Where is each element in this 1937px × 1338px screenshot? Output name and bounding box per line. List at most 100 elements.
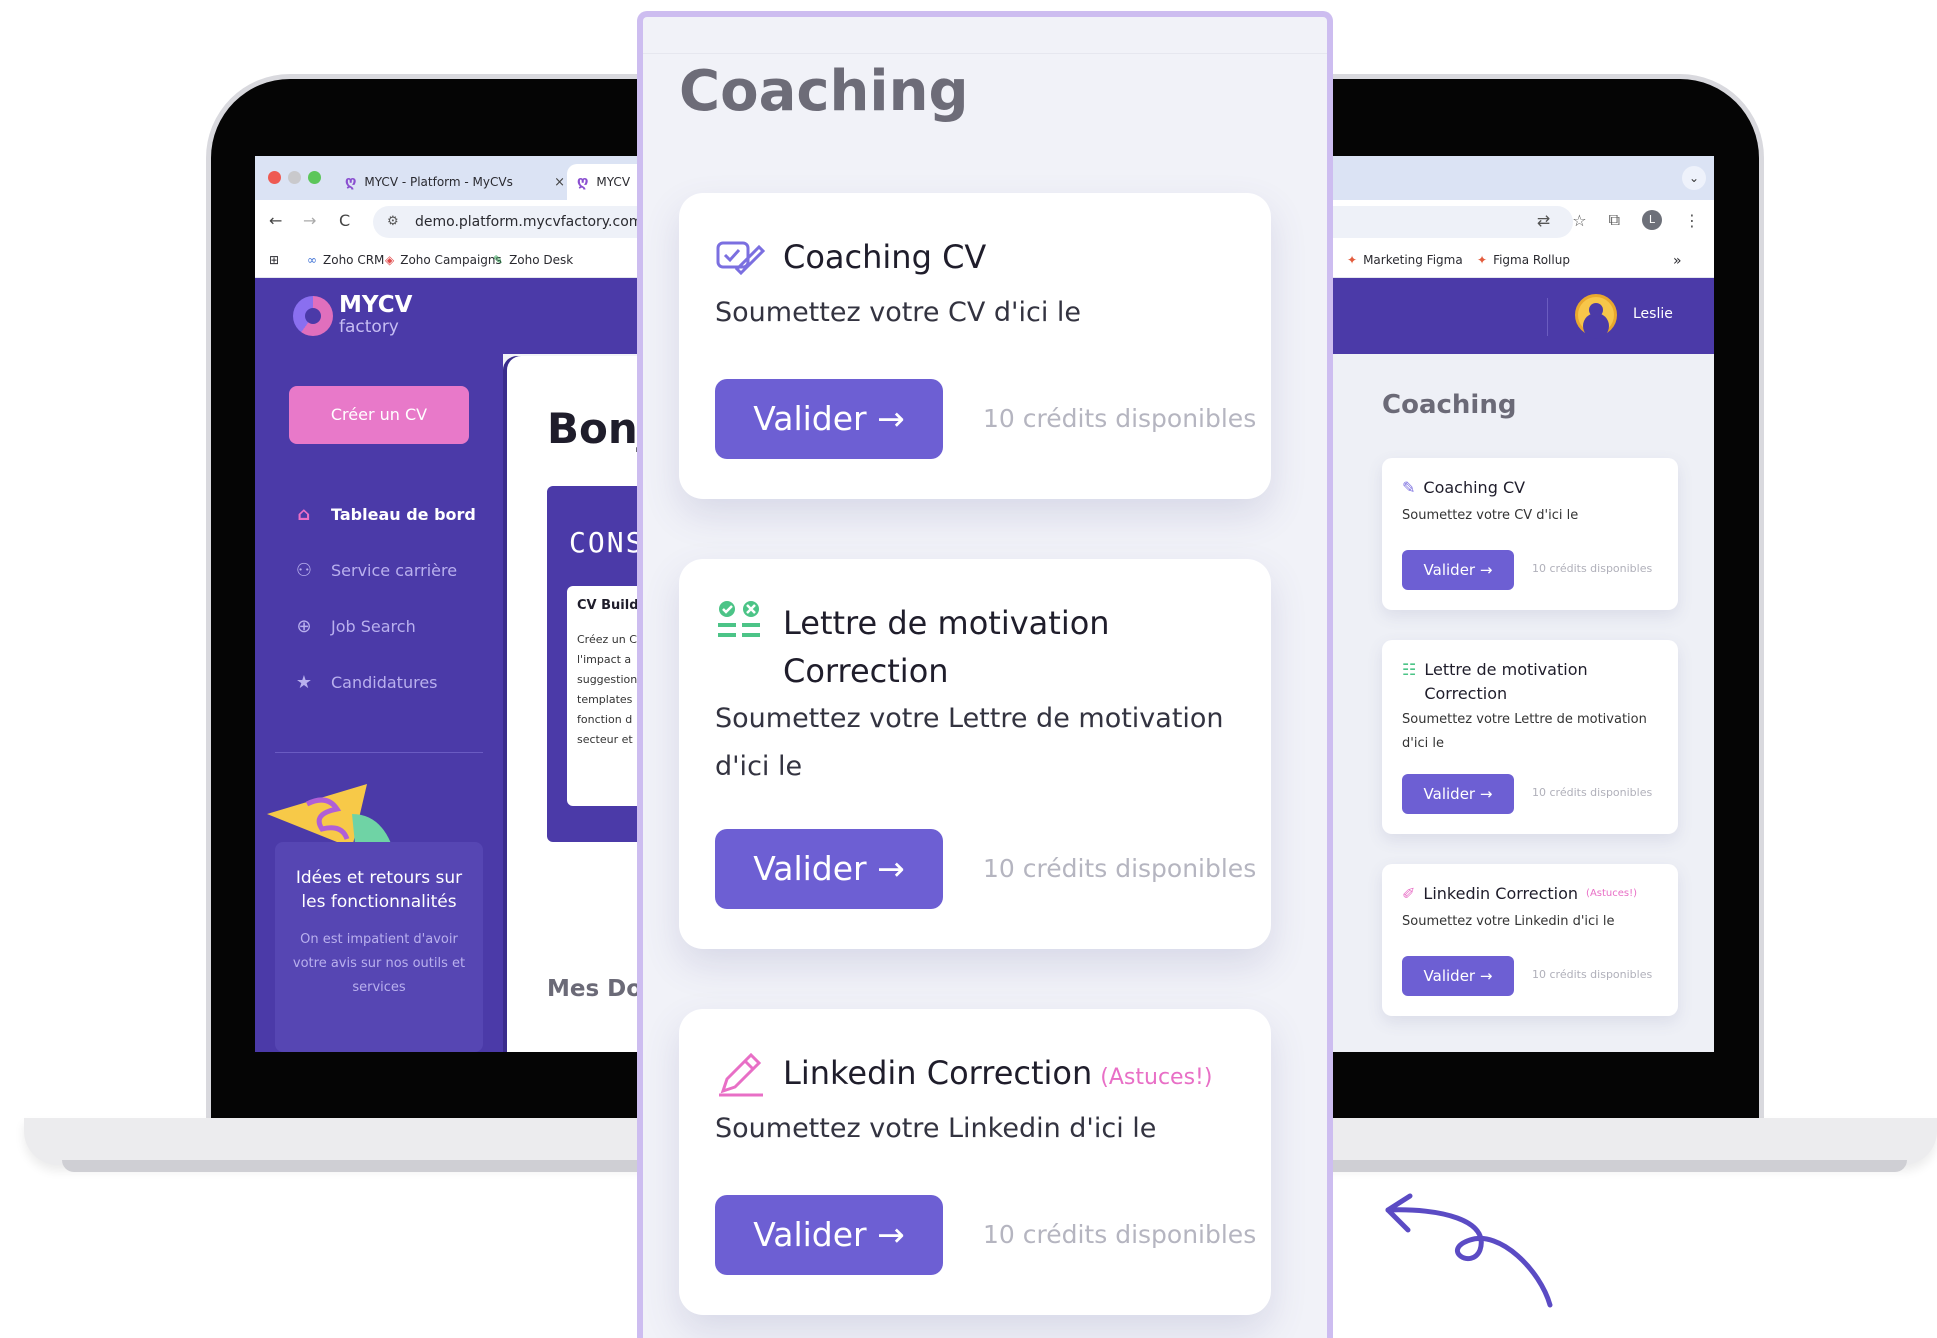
card-title-line1: Lettre de motivation: [783, 604, 1110, 642]
validate-button[interactable]: Valider →: [715, 1195, 943, 1275]
translate-icon[interactable]: ⇄: [1537, 211, 1550, 230]
pencil-icon: ✐: [1402, 884, 1416, 903]
validate-button[interactable]: Valider →: [715, 379, 943, 459]
feedback-text: On est impatient d'avoir votre avis sur …: [292, 932, 466, 995]
figma-icon: ✦: [1347, 253, 1358, 267]
home-icon: ⌂: [297, 504, 311, 525]
validate-button[interactable]: Valider →: [1402, 774, 1514, 814]
bookmark-marketing-figma[interactable]: ✦ Marketing Figma: [1347, 253, 1463, 267]
sidebar-item-job-search[interactable]: ⊕ Job Search: [293, 616, 416, 637]
card-title: Linkedin Correction (Astuces!): [783, 1049, 1212, 1102]
back-button[interactable]: ←: [269, 211, 282, 230]
validate-button[interactable]: Valider →: [1402, 956, 1514, 996]
bookmark-zoho-crm[interactable]: ∞ Zoho CRM: [307, 253, 384, 267]
tab-label: MYCV: [596, 175, 631, 189]
edit-check-icon: ✎: [1402, 478, 1416, 497]
validate-button[interactable]: Valider →: [1402, 550, 1514, 590]
apps-grid-icon[interactable]: ⊞: [269, 253, 279, 267]
checklist-icon: ☷: [1402, 660, 1417, 679]
more-menu-icon[interactable]: ⋮: [1684, 211, 1700, 230]
mockup-stage: ღ MYCV - Platform - MyCVs × ღ MYCV ⌄ ← →…: [0, 0, 1937, 1338]
target-icon: ⊕: [296, 616, 312, 637]
user-name[interactable]: Leslie: [1633, 306, 1673, 322]
sidebar-item-label: Service carrière: [331, 561, 458, 580]
card-title: Coaching CV: [783, 238, 987, 276]
zoho-crm-icon: ∞: [307, 253, 317, 267]
promo-card-title: CV Build: [577, 598, 639, 613]
sidebar-item-label: Tableau de bord: [331, 505, 476, 524]
logo-brand: MYCV: [339, 292, 413, 318]
coaching-card-cv: Coaching CV Soumettez votre CV d'ici le …: [679, 193, 1271, 499]
network-icon: ⚇: [295, 560, 313, 581]
reload-button[interactable]: C: [339, 211, 350, 230]
zoho-desk-icon: ✎: [493, 253, 504, 267]
sidebar-divider: [275, 752, 483, 753]
bookmark-zoho-desk[interactable]: ✎ Zoho Desk: [493, 253, 573, 267]
bookmark-label: Zoho Desk: [509, 253, 574, 267]
mycv-logo[interactable]: MYCV factory: [293, 294, 412, 338]
tips-link[interactable]: (Astuces!): [1586, 882, 1637, 906]
pencil-icon: [719, 1052, 763, 1097]
toolbar-icons: ⇄ ☆ ⧉ L ⋮: [1537, 210, 1700, 230]
feedback-title: Idées et retours sur les fonctionnalités: [295, 868, 463, 912]
bookmark-figma-rollup[interactable]: ✦ Figma Rollup: [1477, 253, 1570, 267]
coaching-card-small-letter: ☷ Lettre de motivation Correction Soumett…: [1382, 640, 1678, 834]
checklist-icon: [718, 601, 760, 637]
card-title: ☷ Lettre de motivation Correction: [1402, 658, 1588, 706]
edit-check-icon: [716, 241, 766, 276]
minimize-window-button[interactable]: [288, 171, 301, 184]
panel-top-rule: [643, 53, 1327, 54]
zoho-campaigns-icon: ◈: [385, 253, 395, 267]
card-title: Lettre de motivation Correction: [783, 599, 1110, 695]
bookmark-label: Zoho Campaigns: [400, 253, 502, 267]
sidebar-item-dashboard[interactable]: ⌂ Tableau de bord: [293, 504, 476, 525]
card-description: Soumettez votre Lettre de motivation d'ic…: [1402, 708, 1672, 756]
browser-tab-1[interactable]: ღ MYCV - Platform - MyCVs ×: [335, 164, 575, 200]
logo-mark-icon: [293, 296, 333, 336]
coaching-zoom-panel: Coaching Coaching CV Soumettez votre CV …: [637, 11, 1333, 1338]
credits-available: 10 crédits disponibles: [1532, 562, 1653, 575]
card-title-line2: Correction: [1424, 684, 1508, 703]
tab-close-icon[interactable]: ×: [554, 175, 565, 190]
coaching-card-letter: Lettre de motivation Correction Soumettez…: [679, 559, 1271, 949]
card-desc-line2: d'ici le: [715, 751, 803, 782]
header-divider: [1547, 298, 1548, 336]
site-settings-icon[interactable]: ⚙: [387, 206, 399, 238]
card-desc-line1: Soumettez votre Lettre de motivation: [715, 703, 1224, 734]
card-title-line1: Lettre de motivation: [1424, 660, 1588, 679]
sidebar-item-career-service[interactable]: ⚇ Service carrière: [293, 560, 457, 581]
logo-text: MYCV factory: [339, 294, 412, 338]
url-text: demo.platform.mycvfactory.com/m: [415, 214, 661, 230]
extensions-icon[interactable]: ⧉: [1609, 210, 1620, 230]
coaching-title: Coaching: [679, 59, 969, 124]
card-title: ✐ Linkedin Correction (Astuces!): [1402, 882, 1637, 906]
bookmark-zoho-campaigns[interactable]: ◈ Zoho Campaigns: [385, 253, 502, 267]
card-title-text: Coaching CV: [1423, 478, 1526, 497]
card-description: Soumettez votre CV d'ici le: [1402, 508, 1579, 523]
credits-available: 10 crédits disponibles: [1532, 786, 1653, 799]
validate-button[interactable]: Valider →: [715, 829, 943, 909]
close-window-button[interactable]: [268, 171, 281, 184]
mycv-favicon-icon: ღ: [345, 174, 357, 190]
card-title: ✎ Coaching CV: [1402, 476, 1525, 500]
maximize-window-button[interactable]: [308, 171, 321, 184]
create-cv-button[interactable]: Créer un CV: [289, 386, 469, 444]
sidebar-item-label: Job Search: [331, 617, 416, 636]
bookmark-star-icon[interactable]: ☆: [1572, 211, 1586, 230]
sidebar-item-applications[interactable]: ★ Candidatures: [293, 672, 438, 693]
credits-available: 10 crédits disponibles: [983, 854, 1257, 883]
card-header: Lettre de motivation Correction: [715, 599, 1110, 695]
tips-link[interactable]: (Astuces!): [1100, 1065, 1212, 1090]
card-description: Soumettez votre Lettre de motivation d'ic…: [715, 695, 1255, 791]
bookmark-label: Zoho CRM: [323, 253, 385, 267]
forward-button[interactable]: →: [303, 211, 316, 230]
logo-sub: factory: [339, 317, 399, 337]
card-header: Linkedin Correction (Astuces!): [715, 1049, 1212, 1102]
profile-avatar[interactable]: L: [1642, 210, 1662, 230]
card-title-text: Lettre de motivation Correction: [1424, 658, 1587, 706]
bookmarks-overflow-button[interactable]: »: [1673, 253, 1682, 269]
feedback-card[interactable]: Idées et retours sur les fonctionnalités…: [275, 842, 483, 1052]
user-avatar[interactable]: [1575, 294, 1617, 336]
tab-search-dropdown[interactable]: ⌄: [1682, 166, 1706, 190]
coaching-title-small: Coaching: [1382, 390, 1517, 420]
